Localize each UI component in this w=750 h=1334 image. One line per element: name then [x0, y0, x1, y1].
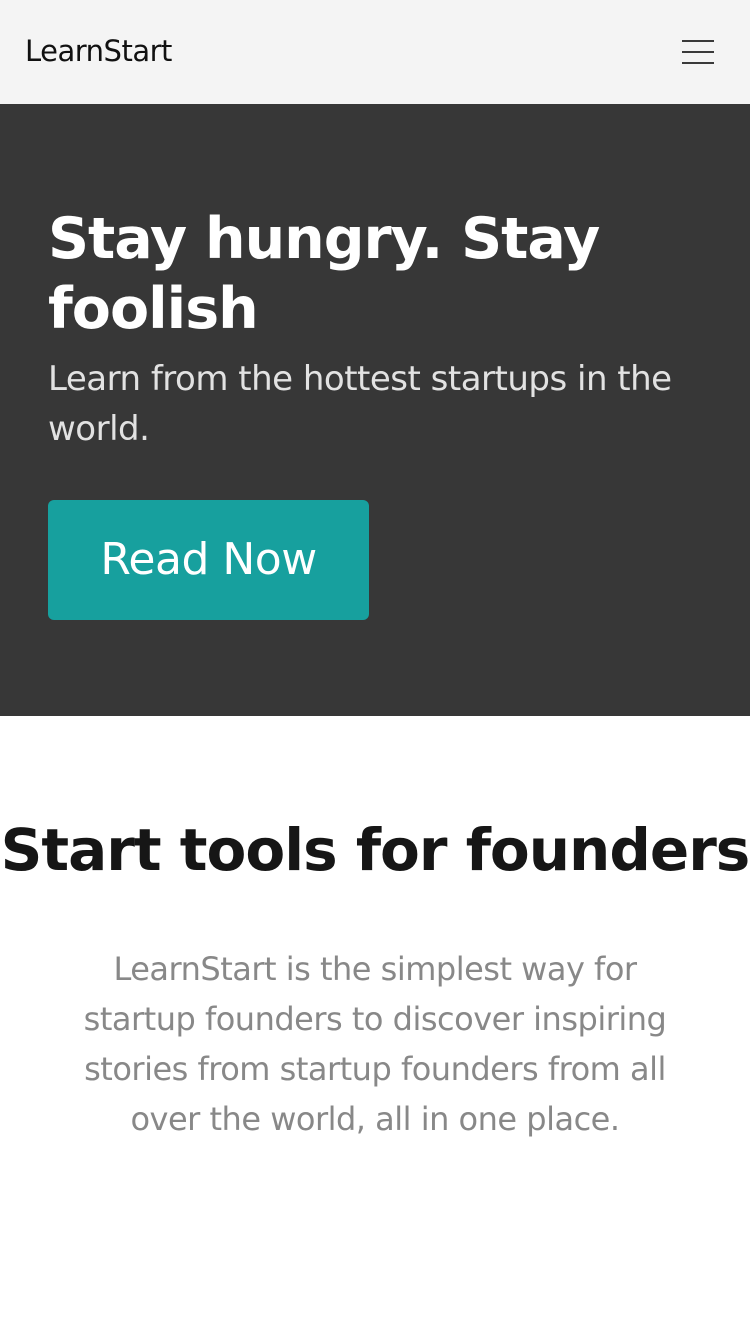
hero-section: Stay hungry. Stay foolish Learn from the…	[0, 104, 750, 716]
menu-button[interactable]	[672, 30, 724, 74]
hamburger-menu-icon-middle	[682, 51, 714, 53]
hamburger-menu-icon-bottom	[682, 62, 714, 64]
hero-subtitle: Learn from the hottest startups in the w…	[48, 359, 672, 449]
hero-title: Stay hungry. Stay foolish	[48, 206, 600, 342]
brand-logo[interactable]: LearnStart	[25, 30, 172, 72]
hamburger-menu-icon	[682, 40, 714, 42]
read-now-button[interactable]: Read Now	[48, 500, 369, 620]
features-section: Start tools for founders LearnStart is t…	[0, 716, 750, 1334]
navbar: LearnStart	[0, 0, 750, 104]
features-title: Start tools for founders	[0, 816, 750, 884]
features-description: LearnStart is the simplest way for start…	[83, 950, 667, 1138]
